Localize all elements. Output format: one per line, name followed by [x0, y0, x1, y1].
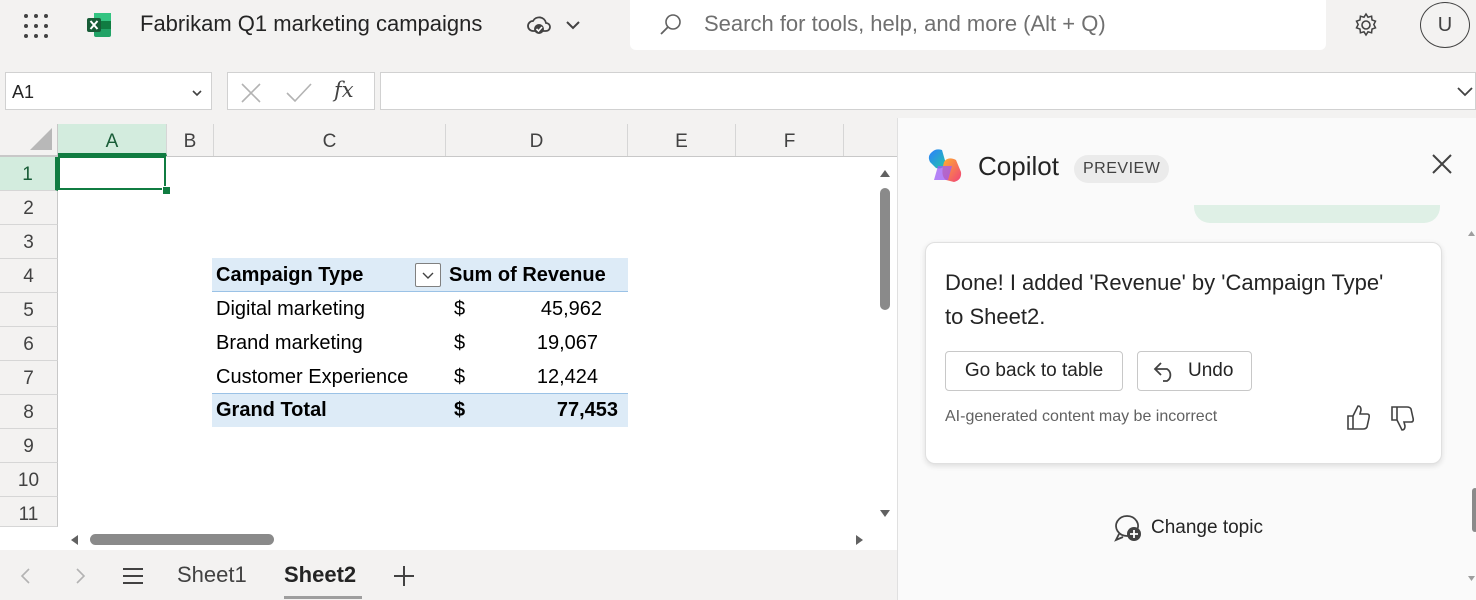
add-sheet-icon[interactable]: [392, 562, 416, 590]
all-sheets-menu-icon[interactable]: [120, 564, 146, 588]
undo-label: Undo: [1188, 360, 1234, 381]
scroll-up-arrow-icon[interactable]: [1467, 226, 1476, 238]
new-chat-icon[interactable]: [1112, 512, 1144, 544]
scroll-down-arrow-icon[interactable]: [879, 506, 891, 518]
pivot-header-value[interactable]: Sum of Revenue: [449, 264, 606, 287]
app-launcher-icon[interactable]: [22, 12, 50, 40]
undo-icon: [1153, 362, 1172, 382]
pivot-header-label[interactable]: Campaign Type: [216, 264, 363, 287]
previous-message-bubble: [1194, 205, 1440, 223]
column-header-e[interactable]: E: [628, 124, 736, 156]
thumbs-up-icon[interactable]: [1344, 402, 1372, 432]
scroll-left-arrow-icon[interactable]: [68, 533, 80, 545]
column-header-d[interactable]: D: [446, 124, 628, 156]
row-header-8[interactable]: 8: [0, 395, 58, 429]
document-title[interactable]: Fabrikam Q1 marketing campaigns: [140, 11, 482, 37]
name-box-value: A1: [12, 82, 35, 102]
undo-button[interactable]: Undo: [1137, 351, 1252, 391]
cancel-icon[interactable]: [238, 80, 264, 106]
scroll-up-arrow-icon[interactable]: [879, 166, 891, 178]
excel-logo-icon[interactable]: [86, 11, 112, 39]
gear-icon[interactable]: [1350, 9, 1382, 41]
pivot-row-currency: $: [454, 366, 466, 388]
preview-badge: PREVIEW: [1074, 155, 1170, 183]
insert-function-icon[interactable]: fx: [334, 78, 364, 106]
row-header-9[interactable]: 9: [0, 429, 58, 463]
pivot-row-label[interactable]: Brand marketing: [216, 332, 363, 355]
avatar[interactable]: U: [1420, 2, 1470, 48]
pivot-filter-dropdown[interactable]: [415, 263, 441, 287]
pivot-row-value[interactable]: 45,962: [510, 298, 602, 321]
enter-checkmark-icon[interactable]: [284, 80, 314, 106]
saved-to-cloud-icon[interactable]: [526, 12, 552, 38]
row-header-5[interactable]: 5: [0, 293, 58, 327]
copilot-title: Copilot: [978, 151, 1059, 181]
select-all-triangle-icon[interactable]: [30, 128, 52, 150]
scroll-down-arrow-icon[interactable]: [1467, 572, 1476, 584]
sheet-tab-sheet2[interactable]: Sheet2: [284, 562, 356, 588]
pivot-total-value[interactable]: 77,453: [510, 399, 618, 422]
name-box[interactable]: [5, 72, 212, 110]
row-header-4[interactable]: 4: [0, 259, 58, 293]
copilot-logo-icon: [924, 146, 966, 186]
pivot-row-currency: $: [454, 298, 466, 320]
change-topic-button[interactable]: Change topic: [1151, 517, 1263, 539]
pivot-total-currency: $: [454, 399, 466, 421]
pivot-row-label[interactable]: Digital marketing: [216, 298, 365, 321]
go-back-label: Go back to table: [964, 360, 1104, 381]
next-sheet-icon[interactable]: [72, 566, 88, 586]
row-header-10[interactable]: 10: [0, 463, 58, 497]
previous-sheet-icon[interactable]: [18, 566, 34, 586]
go-back-to-table-button[interactable]: Go back to table: [945, 351, 1123, 391]
pivot-row-currency: $: [454, 332, 466, 354]
close-icon[interactable]: [1428, 150, 1456, 178]
active-sheet-indicator: [284, 596, 362, 599]
horizontal-scrollbar-thumb[interactable]: [90, 534, 274, 545]
selected-cell-a1[interactable]: [58, 156, 166, 190]
formula-input[interactable]: [380, 72, 1476, 110]
chevron-down-icon[interactable]: [188, 84, 206, 102]
search-placeholder[interactable]: Search for tools, help, and more (Alt + …: [704, 11, 1106, 37]
thumbs-down-icon[interactable]: [1388, 404, 1416, 434]
sheet-tab-sheet1[interactable]: Sheet1: [177, 562, 247, 588]
pivot-row-value[interactable]: 12,424: [510, 366, 598, 389]
column-header-a[interactable]: A: [58, 124, 167, 156]
pivot-total-label[interactable]: Grand Total: [216, 399, 327, 422]
fill-handle[interactable]: [162, 186, 171, 195]
row-header-2[interactable]: 2: [0, 191, 58, 225]
vertical-scrollbar-thumb[interactable]: [880, 188, 890, 310]
chevron-down-icon: [422, 272, 434, 279]
row-header-6[interactable]: 6: [0, 327, 58, 361]
copilot-message: Done! I added 'Revenue' by 'Campaign Typ…: [945, 270, 1384, 329]
column-header-c[interactable]: C: [214, 124, 446, 156]
column-header-f[interactable]: F: [736, 124, 844, 156]
column-header-b[interactable]: B: [167, 124, 214, 156]
row-header-7[interactable]: 7: [0, 361, 58, 395]
pivot-row-value[interactable]: 19,067: [510, 332, 598, 355]
row-header-3[interactable]: 3: [0, 225, 58, 259]
row-header-11[interactable]: 11: [0, 497, 58, 527]
copilot-scrollbar-thumb[interactable]: [1472, 488, 1476, 532]
pivot-row-label[interactable]: Customer Experience: [216, 366, 408, 389]
search-icon: [656, 10, 686, 40]
expand-formula-bar-icon[interactable]: [1455, 82, 1475, 102]
chevron-down-icon[interactable]: [562, 12, 584, 38]
ai-disclaimer: AI-generated content may be incorrect: [945, 408, 1218, 425]
row-header-1[interactable]: 1: [0, 157, 58, 191]
scroll-right-arrow-icon[interactable]: [854, 533, 866, 545]
